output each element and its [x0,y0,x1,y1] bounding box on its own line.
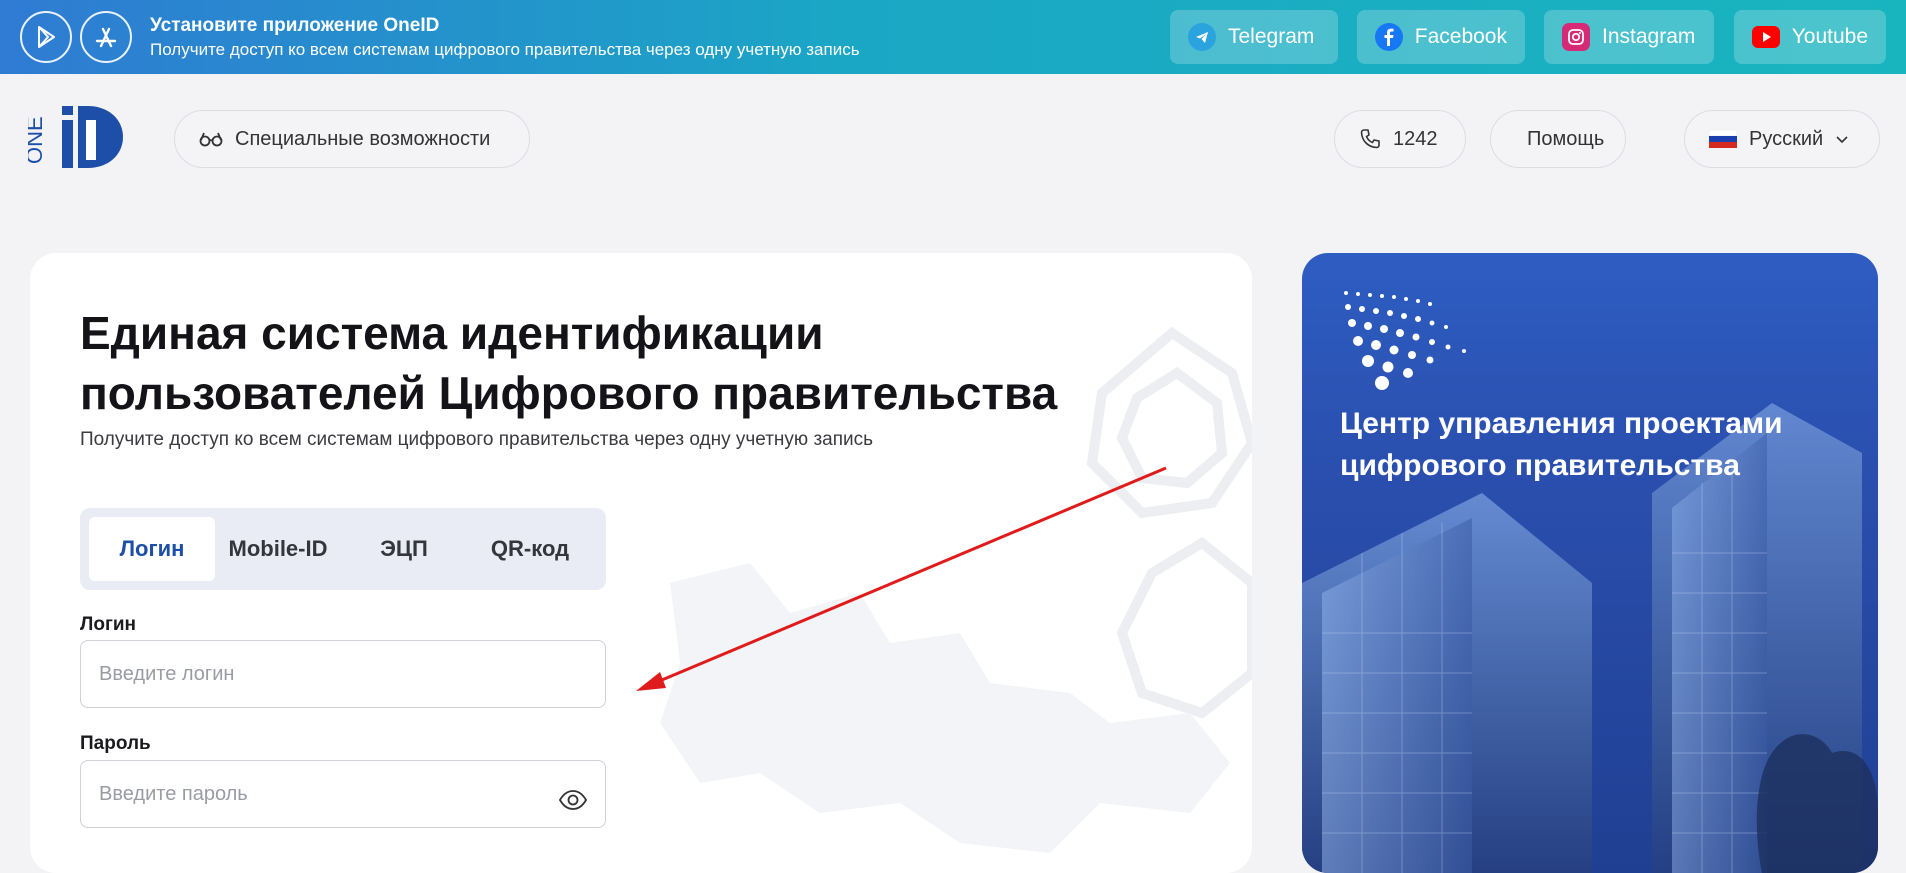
promo-text: Центр управления проектами цифрового пра… [1340,407,1783,482]
help-label: Помощь [1527,127,1605,150]
tab-qr-code[interactable]: QR-код [467,517,593,581]
promo-card: Центр управления проектами цифрового пра… [1302,253,1878,873]
telegram-label: Telegram [1228,25,1315,48]
telegram-link[interactable]: Telegram [1170,10,1338,64]
page-title: Единая система идентификации пользовател… [80,307,1058,419]
facebook-link[interactable]: Facebook [1357,10,1525,64]
password-label: Пароль [80,733,151,754]
google-play-icon [38,26,55,48]
banner-title: Установите приложение OneID [150,15,440,36]
accessibility-button[interactable]: Специальные возможности [174,110,530,168]
password-input[interactable] [80,760,606,828]
login-input[interactable] [80,640,606,708]
tab-login[interactable]: Логин [89,517,215,581]
page-subtitle: Получите доступ ко всем системам цифрово… [80,429,874,450]
phone-number: 1242 [1393,127,1438,150]
oneid-logo[interactable]: ONE [28,102,128,172]
app-store-button[interactable] [80,11,132,63]
phone-button[interactable]: 1242 [1334,110,1466,168]
dots-logo-icon [1344,291,1466,390]
youtube-label: Youtube [1791,25,1868,48]
tab-mobile-id[interactable]: Mobile-ID [215,517,341,581]
instagram-label: Instagram [1602,25,1696,48]
telegram-icon [1188,23,1216,51]
chevron-down-icon [1836,136,1848,144]
auth-method-tabs: Логин Mobile-ID ЭЦП QR-код [80,508,606,590]
glasses-icon [199,132,223,147]
youtube-link[interactable]: Youtube [1734,10,1886,64]
google-play-button[interactable] [20,11,72,63]
app-banner: Установите приложение OneID Получите дос… [0,0,1906,74]
banner-subtitle: Получите доступ ко всем системам цифрово… [150,40,860,59]
youtube-icon [1752,26,1780,48]
logo-one-text: ONE [28,116,47,164]
accessibility-label: Специальные возможности [235,127,491,150]
map-decoration [660,563,1230,853]
banner-text: Установите приложение OneID Получите дос… [150,14,860,62]
language-select[interactable]: Русский [1684,110,1880,168]
app-store-icon [95,27,117,48]
login-label: Логин [80,614,137,635]
tab-eds[interactable]: ЭЦП [341,517,467,581]
show-password-icon[interactable] [558,789,588,811]
facebook-icon [1375,23,1403,51]
facebook-label: Facebook [1414,25,1507,48]
phone-icon [1360,129,1380,149]
help-button[interactable]: Помощь [1490,110,1626,168]
instagram-link[interactable]: Instagram [1544,10,1714,64]
login-card: Единая система идентификации пользовател… [30,253,1252,873]
russia-flag-icon [1709,130,1737,148]
instagram-icon [1562,23,1590,51]
language-label: Русский [1749,127,1824,150]
